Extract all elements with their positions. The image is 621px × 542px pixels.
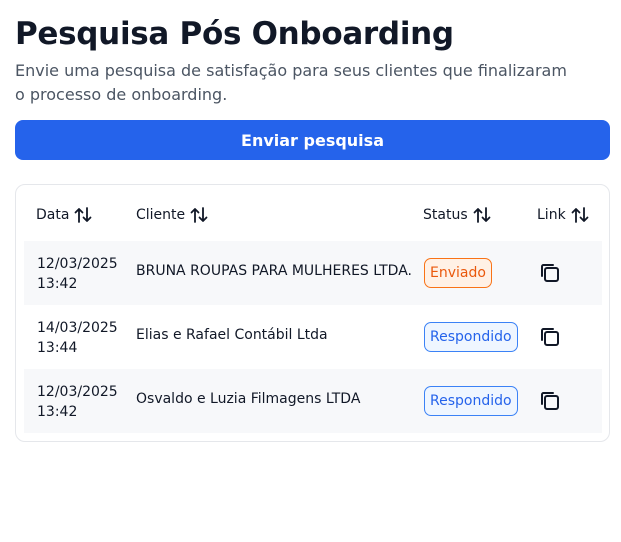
sort-arrows-icon xyxy=(571,207,589,223)
table-header: Data Cliente Status Link xyxy=(16,185,609,242)
column-header-cliente[interactable]: Cliente xyxy=(136,207,208,223)
date-text: 14/03/2025 xyxy=(37,320,118,336)
time-text: 13:44 xyxy=(37,340,78,356)
time-text: 13:42 xyxy=(37,404,78,420)
client-name: Osvaldo e Luzia Filmagens LTDA xyxy=(136,391,361,407)
page-description: Envie uma pesquisa de satisfação para se… xyxy=(15,61,567,104)
table-row: 12/03/2025 13:42 Osvaldo e Luzia Filmage… xyxy=(24,369,602,433)
sort-arrows-icon xyxy=(190,207,208,223)
send-survey-button[interactable]: Enviar pesquisa xyxy=(15,120,610,160)
date-text: 12/03/2025 xyxy=(37,384,118,400)
column-header-data[interactable]: Data xyxy=(36,207,92,223)
copy-icon[interactable] xyxy=(537,260,563,286)
page-title: Pesquisa Pós Onboarding xyxy=(15,16,454,52)
column-header-label: Cliente xyxy=(136,207,186,223)
client-name: BRUNA ROUPAS PARA MULHERES LTDA. xyxy=(136,263,412,279)
date-cell: 14/03/2025 13:44 xyxy=(37,318,118,358)
column-header-label: Status xyxy=(423,207,468,223)
status-badge: Respondido xyxy=(424,322,518,352)
sort-arrows-icon xyxy=(75,207,92,223)
column-header-link[interactable]: Link xyxy=(537,207,589,223)
survey-table: Data Cliente Status Link 12/03/2025 13:4… xyxy=(15,184,610,442)
table-row: 14/03/2025 13:44 Elias e Rafael Contábil… xyxy=(24,305,602,369)
column-header-label: Data xyxy=(36,207,70,223)
status-badge: Enviado xyxy=(424,258,492,288)
column-header-label: Link xyxy=(537,207,566,223)
column-header-status[interactable]: Status xyxy=(423,207,491,223)
date-text: 12/03/2025 xyxy=(37,256,118,272)
copy-icon[interactable] xyxy=(537,324,563,350)
status-badge: Respondido xyxy=(424,386,518,416)
date-cell: 12/03/2025 13:42 xyxy=(37,382,118,422)
copy-icon[interactable] xyxy=(537,388,563,414)
client-name: Elias e Rafael Contábil Ltda xyxy=(136,327,328,343)
sort-arrows-icon xyxy=(473,207,491,223)
date-cell: 12/03/2025 13:42 xyxy=(37,254,118,294)
table-row: 12/03/2025 13:42 BRUNA ROUPAS PARA MULHE… xyxy=(24,241,602,305)
page: Pesquisa Pós Onboarding Envie uma pesqui… xyxy=(0,0,621,542)
time-text: 13:42 xyxy=(37,276,78,292)
